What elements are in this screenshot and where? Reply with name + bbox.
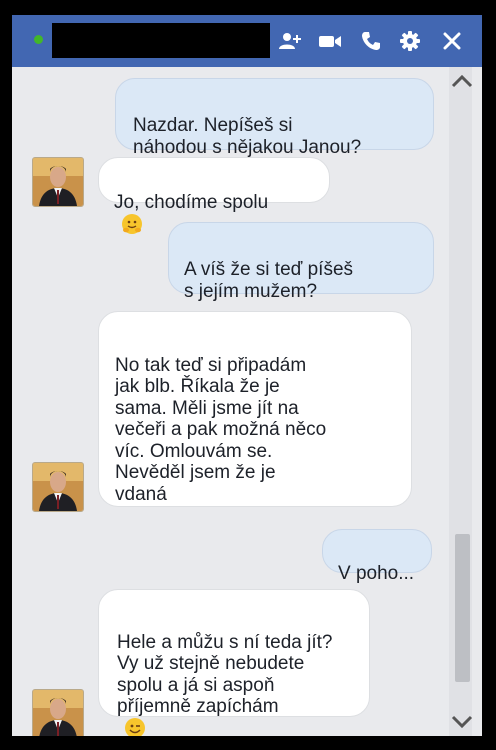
- close-icon[interactable]: [440, 29, 464, 53]
- message-bubble-incoming[interactable]: Hele a můžu s ní teda jít? Vy už stejně …: [98, 589, 370, 736]
- add-friend-icon[interactable]: [278, 29, 302, 53]
- message-bubble-outgoing[interactable]: A víš že si teď píšeš s jejím mužem?: [168, 222, 434, 302]
- message-bubble-incoming[interactable]: No tak teď si připadám jak blb. Říkala ž…: [98, 311, 412, 507]
- message-text: Jo, chodíme spolu: [114, 192, 269, 213]
- message-list[interactable]: Nazdar. Nepíšeš si náhodou s nějakou Jan…: [12, 67, 482, 736]
- message-bubble-outgoing[interactable]: Nazdar. Nepíšeš si náhodou s nějakou Jan…: [115, 78, 434, 158]
- message-text: Hele a můžu s ní teda jít? Vy už stejně …: [117, 631, 333, 718]
- contact-name[interactable]: [52, 23, 270, 58]
- scroll-down-icon[interactable]: [449, 712, 475, 732]
- chat-window: Nazdar. Nepíšeš si náhodou s nějakou Jan…: [12, 15, 482, 736]
- phone-icon[interactable]: [359, 29, 383, 53]
- winking-face-icon: [125, 717, 145, 736]
- scroll-up-icon[interactable]: [449, 71, 475, 91]
- scrollbar-thumb[interactable]: [455, 534, 470, 682]
- message-text: Nazdar. Nepíšeš si náhodou s nějakou Jan…: [133, 115, 362, 158]
- message-text: A víš že si teď píšeš s jejím mužem?: [184, 259, 354, 302]
- avatar[interactable]: [32, 462, 84, 512]
- chat-header: [12, 15, 482, 67]
- hugging-face-icon: [122, 214, 142, 234]
- message-bubble-incoming[interactable]: Jo, chodíme spolu: [98, 157, 330, 234]
- avatar[interactable]: [32, 157, 84, 207]
- gear-icon[interactable]: [398, 29, 422, 53]
- message-text: V poho...: [338, 563, 415, 584]
- message-text: No tak teď si připadám jak blb. Říkala ž…: [115, 354, 327, 505]
- message-bubble-outgoing[interactable]: V poho...: [322, 529, 432, 584]
- avatar[interactable]: [32, 689, 84, 736]
- online-status-icon: [34, 35, 43, 44]
- video-call-icon[interactable]: [318, 29, 342, 53]
